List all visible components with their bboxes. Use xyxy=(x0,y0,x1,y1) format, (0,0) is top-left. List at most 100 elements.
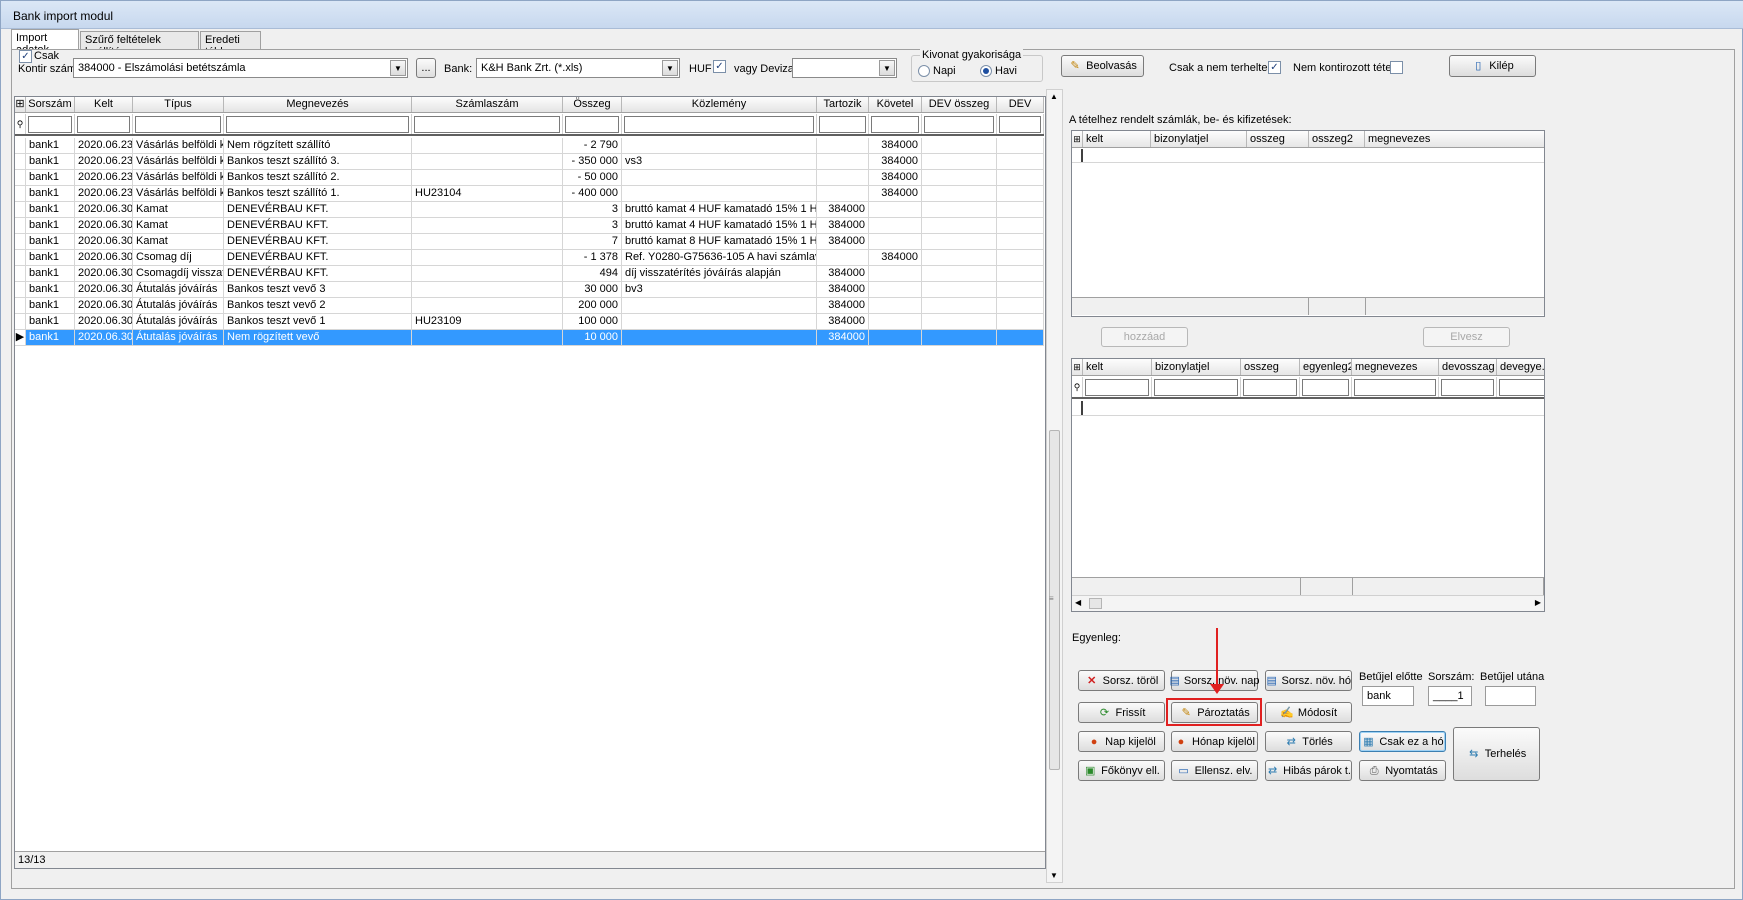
cell-dev-osszeg[interactable] xyxy=(922,234,997,249)
cell-megnevezes[interactable]: Bankos teszt szállító 3. xyxy=(224,154,412,169)
cell-megnevezes[interactable]: DENEVÉRBAU KFT. xyxy=(224,266,412,281)
nem-kontirozott-checkbox[interactable] xyxy=(1390,61,1403,74)
table-row[interactable]: bank12020.06.30.Csomagdíj visszatérítésD… xyxy=(15,266,1044,282)
cell-dev-osszeg[interactable] xyxy=(922,202,997,217)
table-row[interactable]: bank1 2020.06.30. Kamat DENEVÉRBAU KFT. 3 bru… xyxy=(15,218,1044,234)
cell-osszeg[interactable]: - 2 790 xyxy=(563,138,622,153)
row-header[interactable] xyxy=(15,186,26,201)
row-header[interactable] xyxy=(15,282,26,297)
cell-kovetel[interactable] xyxy=(869,314,922,329)
table-row[interactable]: bank1 2020.06.30. Átutalás jóváírás Bankos … xyxy=(15,282,1044,298)
cell-tipus[interactable]: Kamat xyxy=(133,218,224,233)
betujel-utana-input[interactable] xyxy=(1485,686,1536,706)
assigned-col-osszeg[interactable]: osszeg xyxy=(1247,131,1309,147)
filter-szamlaszam[interactable] xyxy=(412,114,563,134)
cell-megnevezes[interactable]: Bankos teszt vevő 2 xyxy=(224,298,412,313)
cell-kovetel[interactable] xyxy=(869,218,922,233)
cell-megnevezes[interactable]: Bankos teszt vevő 1 xyxy=(224,314,412,329)
cell-kozlemeny[interactable]: bruttó kamat 4 HUF kamatadó 15% 1 HUF xyxy=(622,218,817,233)
cell-tipus[interactable]: Átutalás jóváírás xyxy=(133,298,224,313)
scrollbar-thumb[interactable] xyxy=(1089,598,1102,609)
cell-kovetel[interactable] xyxy=(869,282,922,297)
import-grid[interactable]: ⊞ Sorszám Kelt Típus Megnevezés Számlasz… xyxy=(14,96,1046,869)
honap-kijelol-button[interactable]: ● Hónap kijelöl xyxy=(1171,731,1258,752)
table-row[interactable]: bank12020.06.23.Vásárlás belföldi kereBa… xyxy=(15,186,1044,202)
cell-kelt[interactable]: 2020.06.23. xyxy=(75,138,133,153)
invoices-col-kelt[interactable]: kelt xyxy=(1083,359,1152,375)
table-row[interactable]: bank1 2020.06.30. Kamat DENEVÉRBAU KFT. 7 bru… xyxy=(15,234,1044,250)
col-header-tartozik[interactable]: Tartozik xyxy=(817,97,869,112)
row-header[interactable] xyxy=(15,234,26,249)
cell-dev[interactable] xyxy=(997,266,1044,281)
cell-osszeg[interactable]: 7 xyxy=(563,234,622,249)
row-header[interactable] xyxy=(15,314,26,329)
csak-checkbox[interactable]: ✓ xyxy=(19,50,32,63)
cell-dev-osszeg[interactable] xyxy=(922,170,997,185)
cell-dev[interactable] xyxy=(997,234,1044,249)
row-pointer-icon[interactable]: ▶ xyxy=(15,330,26,345)
tab-eredeti-tabla[interactable]: Eredeti tábla xyxy=(200,31,261,58)
cell-tartozik[interactable]: 384000 xyxy=(817,234,869,249)
cell-tipus[interactable]: Kamat xyxy=(133,234,224,249)
col-header-megnevezes[interactable]: Megnevezés xyxy=(224,97,412,112)
row-header[interactable] xyxy=(15,298,26,313)
cell-szamlaszam[interactable] xyxy=(412,266,563,281)
cell-kovetel[interactable]: 384000 xyxy=(869,154,922,169)
row-header[interactable] xyxy=(15,202,26,217)
assigned-col-megnevezes[interactable]: megnevezes xyxy=(1365,131,1544,147)
cell-tartozik[interactable] xyxy=(817,186,869,201)
cell-megnevezes[interactable]: Bankos teszt vevő 3 xyxy=(224,282,412,297)
chevron-down-icon[interactable]: ▼ xyxy=(879,60,895,76)
huf-checkbox[interactable]: ✓ xyxy=(713,60,726,73)
row-header[interactable] xyxy=(15,266,26,281)
cell-tipus[interactable]: Kamat xyxy=(133,202,224,217)
assigned-col-osszeg2[interactable]: osszeg2 xyxy=(1309,131,1365,147)
cell-sorszam[interactable]: bank1 xyxy=(26,330,75,345)
torles-button[interactable]: ⇄ Törlés xyxy=(1265,731,1352,752)
table-row[interactable]: bank12020.06.23.Vásárlás belföldi kereBa… xyxy=(15,154,1044,170)
cell-dev[interactable] xyxy=(997,298,1044,313)
deviza-select[interactable]: ▼ xyxy=(792,58,897,78)
cell-sorszam[interactable]: bank1 xyxy=(26,170,75,185)
assigned-col-kelt[interactable]: kelt xyxy=(1083,131,1151,147)
table-row[interactable]: bank1 2020.06.30. Csomag díj DENEVÉRBAU KFT… xyxy=(15,250,1044,266)
cell-kozlemeny[interactable]: bv3 xyxy=(622,282,817,297)
invoices-col-bizonylatjel[interactable]: bizonylatjel xyxy=(1152,359,1241,375)
cell-tipus[interactable]: Átutalás jóváírás xyxy=(133,330,224,345)
cell-tartozik[interactable] xyxy=(817,170,869,185)
filter-tartozik[interactable] xyxy=(817,114,869,134)
cell-kozlemeny[interactable]: bruttó kamat 4 HUF kamatadó 15% 1 HUF xyxy=(622,202,817,217)
cell-sorszam[interactable]: bank1 xyxy=(26,186,75,201)
cell-tartozik[interactable]: 384000 xyxy=(817,298,869,313)
cell-dev[interactable] xyxy=(997,218,1044,233)
table-row[interactable]: bank1 2020.06.30. Átutalás jóváírás Bankos … xyxy=(15,314,1044,330)
cell-szamlaszam[interactable] xyxy=(412,170,563,185)
cell-sorszam[interactable]: bank1 xyxy=(26,314,75,329)
cell-tipus[interactable]: Átutalás jóváírás xyxy=(133,282,224,297)
cell-dev[interactable] xyxy=(997,138,1044,153)
betujel-elotte-input[interactable]: bank xyxy=(1362,686,1414,706)
cell-kelt[interactable]: 2020.06.30. xyxy=(75,282,133,297)
cell-dev-osszeg[interactable] xyxy=(922,250,997,265)
cell-osszeg[interactable]: 494 xyxy=(563,266,622,281)
cell-kovetel[interactable]: 384000 xyxy=(869,138,922,153)
cell-megnevezes[interactable]: Nem rögzített szállító xyxy=(224,138,412,153)
cell-sorszam[interactable]: bank1 xyxy=(26,266,75,281)
col-header-kozlemeny[interactable]: Közlemény xyxy=(622,97,817,112)
cell-tartozik[interactable] xyxy=(817,250,869,265)
col-header-sorszam[interactable]: Sorszám xyxy=(26,97,75,112)
cell-dev[interactable] xyxy=(997,186,1044,201)
cell-kelt[interactable]: 2020.06.30. xyxy=(75,298,133,313)
cell-sorszam[interactable]: bank1 xyxy=(26,298,75,313)
cell-sorszam[interactable]: bank1 xyxy=(26,218,75,233)
cell-kelt[interactable]: 2020.06.30. xyxy=(75,234,133,249)
cell-megnevezes[interactable]: Nem rögzített vevő xyxy=(224,330,412,345)
table-row[interactable]: bank1 2020.06.30. Átutalás jóváírás Bankos … xyxy=(15,298,1044,314)
cell-sorszam[interactable]: bank1 xyxy=(26,138,75,153)
sorsz-nov-ho-button[interactable]: ▤ Sorsz. növ. hó xyxy=(1265,670,1352,691)
col-header-dev-osszeg[interactable]: DEV összeg xyxy=(922,97,997,112)
cell-sorszam[interactable]: bank1 xyxy=(26,282,75,297)
cell-szamlaszam[interactable] xyxy=(412,154,563,169)
cell-osszeg[interactable]: 3 xyxy=(563,202,622,217)
cell-kozlemeny[interactable]: vs3 xyxy=(622,154,817,169)
